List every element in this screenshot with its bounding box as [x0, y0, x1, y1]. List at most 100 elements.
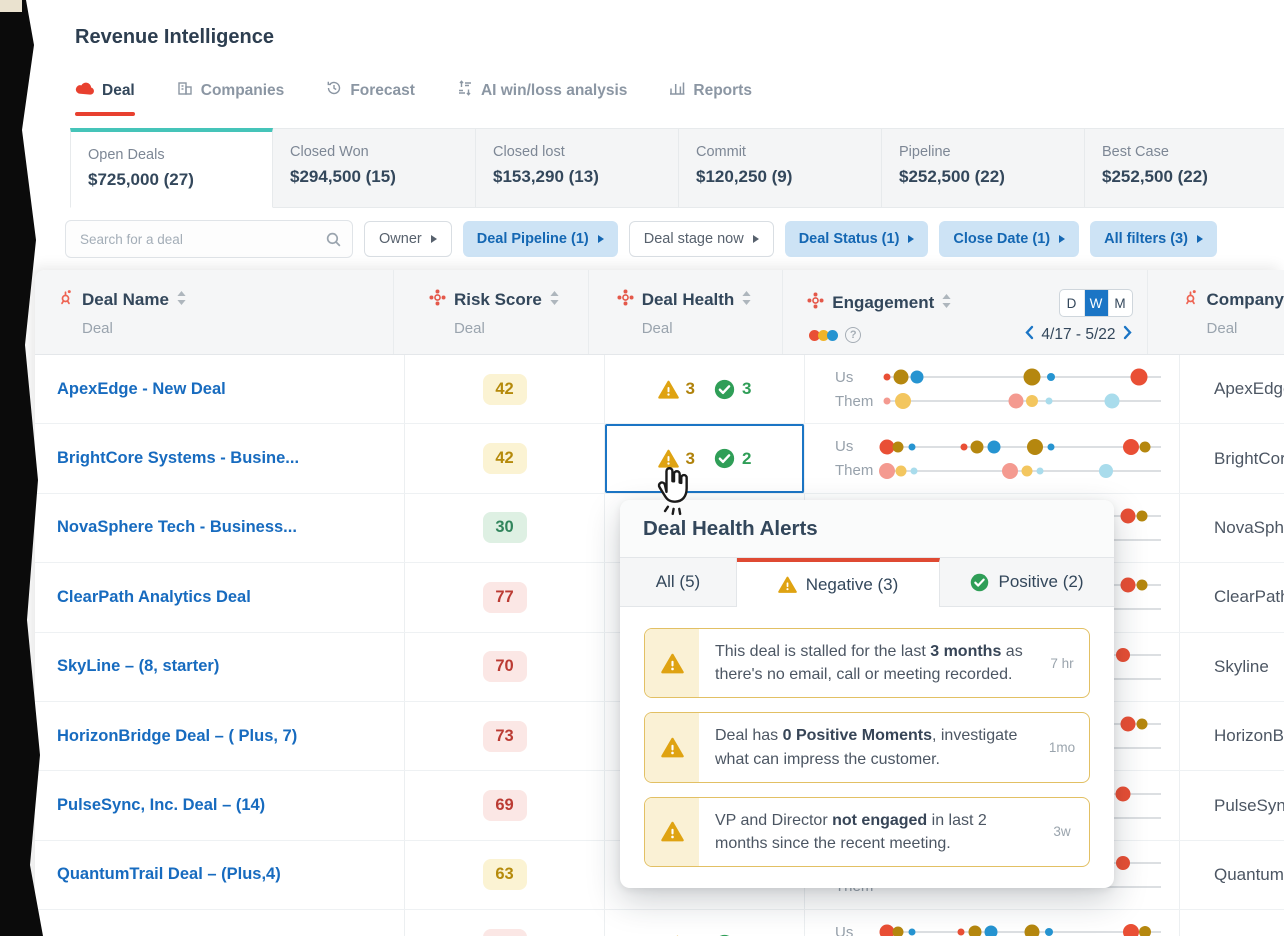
company-cell: NovaSphere	[1214, 517, 1284, 537]
summary-card-closed-won[interactable]: Closed Won $294,500 (15)	[273, 128, 476, 208]
card-label: Open Deals	[88, 147, 165, 163]
check-icon	[714, 379, 735, 399]
table-row-brightcore-systems-busine: BrightCore Systems - Busine... 42 3 2 Us Them…	[35, 424, 1284, 494]
tab-label: Forecast	[350, 81, 415, 99]
popup-tab-all-5[interactable]: All (5)	[620, 558, 737, 607]
help-icon[interactable]: ?	[845, 327, 862, 343]
alert-card: Deal has 0 Positive Moments, investigate…	[644, 712, 1090, 783]
next-chevron-icon[interactable]	[1123, 325, 1133, 345]
engagement-dot	[1036, 467, 1044, 475]
tab-ai-win-loss-analysis[interactable]: AI win/loss analysis	[457, 80, 627, 101]
sort-icon[interactable]	[942, 293, 951, 313]
forecast-icon	[326, 80, 342, 101]
prev-chevron-icon[interactable]	[1024, 325, 1034, 345]
tab-deal[interactable]: Deal	[75, 81, 135, 116]
card-value: $252,500 (22)	[1102, 167, 1208, 186]
chip-label: All filters (3)	[1104, 231, 1188, 247]
col-header-deal-health[interactable]: Deal Health Deal	[589, 270, 784, 354]
company-cell: HorizonBridge	[1214, 726, 1284, 746]
search-input[interactable]	[65, 220, 353, 258]
filter-chip-all-filters-3[interactable]: All filters (3)	[1090, 221, 1217, 257]
filter-chip-close-date-1[interactable]: Close Date (1)	[939, 221, 1080, 257]
warning-icon	[657, 380, 679, 399]
summary-card-open-deals[interactable]: Open Deals $725,000 (27)	[70, 128, 273, 208]
alert-text: This deal is stalled for the last 3 mont…	[715, 643, 1023, 684]
deal-link[interactable]: NovaSphere Tech - Business...	[57, 518, 297, 537]
deal-link[interactable]: QuantumTrail Deal – (Plus,4)	[57, 865, 281, 884]
engagement-dot	[1023, 368, 1041, 386]
engagement-cell: UsThem	[805, 910, 1180, 936]
engagement-row: Them	[835, 390, 1179, 413]
engagement-dot	[1115, 855, 1130, 870]
period-d-button[interactable]: D	[1060, 290, 1084, 316]
col-label: Risk Score	[453, 290, 542, 309]
risk-score-badge: 73	[482, 720, 527, 752]
chip-label: Owner	[379, 231, 422, 247]
period-w-button[interactable]: W	[1083, 290, 1108, 316]
card-value: $294,500 (15)	[290, 167, 396, 186]
engagement-dot	[1099, 463, 1114, 478]
filter-chip-owner[interactable]: Owner	[364, 221, 452, 257]
sort-icon[interactable]	[742, 290, 751, 310]
summary-card-best-case[interactable]: Best Case $252,500 (22)	[1085, 128, 1284, 208]
engagement-row: Us	[835, 921, 1179, 936]
deal-health-cell[interactable]: 32	[605, 424, 805, 493]
sort-icon[interactable]	[550, 290, 559, 310]
engagement-dot	[1115, 647, 1130, 662]
engagement-dot	[1047, 373, 1056, 382]
summary-card-commit[interactable]: Commit $120,250 (9)	[679, 128, 882, 208]
filter-chip-deal-status-1[interactable]: Deal Status (1)	[784, 221, 929, 257]
company-cell: ApexEdge	[1214, 379, 1284, 399]
deal-link[interactable]: SkyLine – (8, starter)	[57, 657, 219, 676]
chevron-right-icon	[1196, 235, 1203, 243]
engagement-row: Us	[835, 366, 1179, 389]
popup-tab-positive-2[interactable]: Positive (2)	[940, 558, 1114, 607]
col-header-deal-name[interactable]: Deal Name Deal	[35, 270, 394, 354]
engagement-label: Us	[835, 368, 854, 386]
deal-health-cell[interactable]: 33	[605, 355, 805, 424]
deal-link[interactable]: BrightCore Systems - Busine...	[57, 449, 299, 468]
deal-link[interactable]: ApexEdge - New Deal	[57, 380, 226, 399]
tab-companies[interactable]: Companies	[177, 80, 284, 101]
engagement-dot	[908, 443, 916, 451]
tab-forecast[interactable]: Forecast	[326, 80, 415, 101]
deal-link[interactable]: ClearPath Analytics Deal	[57, 588, 251, 607]
filter-chip-deal-pipeline-1[interactable]: Deal Pipeline (1)	[462, 221, 618, 257]
risk-score-cell: 30	[405, 493, 605, 563]
engagement-cell: UsThem	[805, 424, 1180, 493]
company-cell: Skyline	[1214, 656, 1269, 676]
companies-icon	[177, 80, 193, 101]
deal-link[interactable]: PulseSync, Inc. Deal – (14)	[57, 796, 265, 815]
engagement-dot	[893, 369, 909, 385]
company-cell: QuantumTrail	[1214, 864, 1284, 884]
col-sublabel: Deal	[82, 320, 113, 337]
summary-card-closed-lost[interactable]: Closed lost $153,290 (13)	[476, 128, 679, 208]
risk-score-cell: 69	[405, 771, 605, 840]
card-label: Closed Won	[290, 144, 369, 160]
risk-score-badge	[482, 928, 527, 936]
engagement-row: Them	[835, 459, 1179, 482]
filter-chip-deal-stage-now[interactable]: Deal stage now	[628, 221, 774, 257]
popup-tab-negative-3[interactable]: Negative (3)	[737, 558, 940, 607]
deal-link[interactable]: HorizonBridge Deal – ( Plus, 7)	[57, 727, 297, 746]
popup-title: Deal Health Alerts	[620, 500, 1114, 558]
engagement-dot	[879, 462, 895, 479]
warning-icon	[660, 653, 684, 674]
engagement-track	[879, 459, 1161, 482]
period-m-button[interactable]: M	[1107, 290, 1132, 316]
tab-reports[interactable]: Reports	[669, 80, 752, 101]
col-header-company[interactable]: Company Deal	[1148, 270, 1284, 354]
sort-icon[interactable]	[177, 290, 186, 310]
engagement-dot	[895, 393, 912, 410]
risk-score-cell: 63	[405, 840, 605, 910]
summary-card-pipeline[interactable]: Pipeline $252,500 (22)	[882, 128, 1085, 208]
company-cell: ClearPath	[1214, 587, 1284, 607]
engagement-dot	[968, 925, 982, 936]
company-cell	[1180, 910, 1284, 936]
risk-score-cell: 73	[405, 701, 605, 771]
alert-card: VP and Director not engaged in last 2 mo…	[644, 796, 1090, 868]
col-header-risk-score[interactable]: Risk Score Deal	[394, 270, 589, 354]
deal-health-cell[interactable]	[605, 910, 805, 936]
engagement-dot	[1120, 716, 1136, 732]
card-label: Closed lost	[493, 144, 565, 160]
